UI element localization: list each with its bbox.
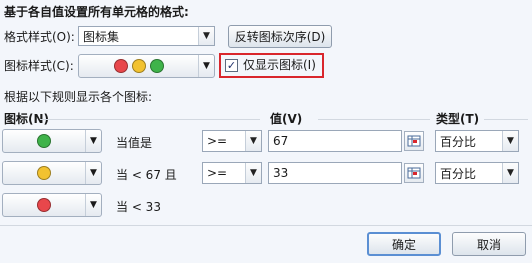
header-divider	[318, 119, 430, 120]
rule-2-icon-select[interactable]: ▼	[2, 161, 102, 185]
section-title: 基于各自值设置所有单元格的格式:	[4, 5, 189, 19]
chevron-down-icon: ▼	[245, 131, 261, 151]
cancel-button[interactable]: 取消	[452, 232, 526, 256]
rule-1-operator-select[interactable]: >= ▼	[202, 130, 262, 152]
chevron-down-icon: ▼	[502, 163, 518, 183]
icon-style-preview	[79, 59, 198, 73]
header-divider	[484, 119, 528, 120]
footer-divider	[0, 225, 532, 226]
rule-1-value-input[interactable]: 67	[268, 130, 402, 152]
rules-heading: 根据以下规则显示各个图标:	[4, 90, 153, 104]
green-circle-icon	[149, 59, 164, 73]
column-type-header: 类型(T)	[436, 112, 480, 126]
icon-style-label: 图标样式(C):	[4, 59, 74, 73]
red-circle-icon	[113, 59, 128, 73]
rule-3-condition: 当 < 33	[116, 200, 161, 214]
yellow-circle-icon	[131, 59, 146, 73]
rule-3-icon-select[interactable]: ▼	[2, 193, 102, 217]
header-divider	[40, 119, 260, 120]
column-value-header: 值(V)	[270, 112, 303, 126]
format-style-value: 图标集	[83, 29, 120, 44]
show-icon-only-label[interactable]: 仅显示图标(I)	[243, 58, 316, 72]
rule-1-type-select[interactable]: 百分比 ▼	[435, 130, 519, 152]
show-icon-only-checkbox[interactable]: ✓	[225, 59, 238, 72]
chevron-down-icon: ▼	[245, 163, 261, 183]
format-style-label: 格式样式(O):	[4, 30, 75, 44]
chevron-down-icon: ▼	[198, 27, 214, 45]
range-picker-icon[interactable]	[404, 163, 424, 183]
rule-2-operator-select[interactable]: >= ▼	[202, 162, 262, 184]
rule-2-value-input[interactable]: 33	[268, 162, 402, 184]
rule-1-icon-select[interactable]: ▼	[2, 129, 102, 153]
chevron-down-icon: ▼	[85, 162, 101, 184]
green-circle-icon	[37, 134, 51, 148]
reverse-icon-order-button[interactable]: 反转图标次序(D)	[228, 25, 332, 48]
rule-2-condition: 当 < 67 且	[116, 168, 177, 182]
ok-button[interactable]: 确定	[367, 232, 441, 256]
rule-2-type-select[interactable]: 百分比 ▼	[435, 162, 519, 184]
rule-1-condition: 当值是	[116, 136, 153, 150]
chevron-down-icon: ▼	[198, 55, 214, 77]
format-style-select[interactable]: 图标集 ▼	[78, 26, 215, 46]
range-picker-icon[interactable]	[404, 131, 424, 151]
red-circle-icon	[37, 198, 51, 212]
icon-style-select[interactable]: ▼	[78, 54, 215, 78]
chevron-down-icon: ▼	[85, 130, 101, 152]
chevron-down-icon: ▼	[85, 194, 101, 216]
yellow-circle-icon	[37, 166, 51, 180]
chevron-down-icon: ▼	[502, 131, 518, 151]
